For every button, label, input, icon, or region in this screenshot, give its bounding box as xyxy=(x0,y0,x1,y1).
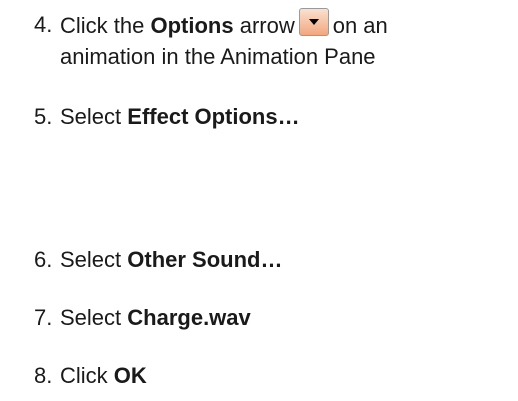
step-text-pre: Select xyxy=(60,305,128,330)
other-sound-label: Other Sound… xyxy=(127,247,283,272)
step-text: Select Charge.wav xyxy=(60,301,251,334)
step-number: 5. xyxy=(34,104,53,129)
step-text-pre: Click the xyxy=(60,13,151,38)
charge-wav-label: Charge.wav xyxy=(127,305,251,330)
ok-label: OK xyxy=(113,363,147,388)
step-text-pre: Click xyxy=(60,363,114,388)
step-number: 8. xyxy=(34,363,53,388)
step-text: Click the Options arrow on an xyxy=(60,8,388,42)
effect-options-label: Effect Options… xyxy=(127,104,300,129)
step-text: Click OK xyxy=(60,359,147,392)
step-text: Select Effect Options… xyxy=(60,100,300,133)
step-number: 7. xyxy=(34,305,53,330)
step-text: Select Other Sound… xyxy=(60,243,282,276)
step-text-mid: arrow xyxy=(233,13,295,38)
options-label: Options xyxy=(150,13,234,38)
step-text-pre: Select xyxy=(60,247,128,272)
step-number: 4. xyxy=(34,12,53,37)
step-text-line2: animation in the Animation Pane xyxy=(60,44,376,69)
options-arrow-icon xyxy=(298,8,329,36)
step-number: 6. xyxy=(34,247,53,272)
step-text-pre: Select xyxy=(60,104,128,129)
step-text-post: on an xyxy=(332,13,388,38)
